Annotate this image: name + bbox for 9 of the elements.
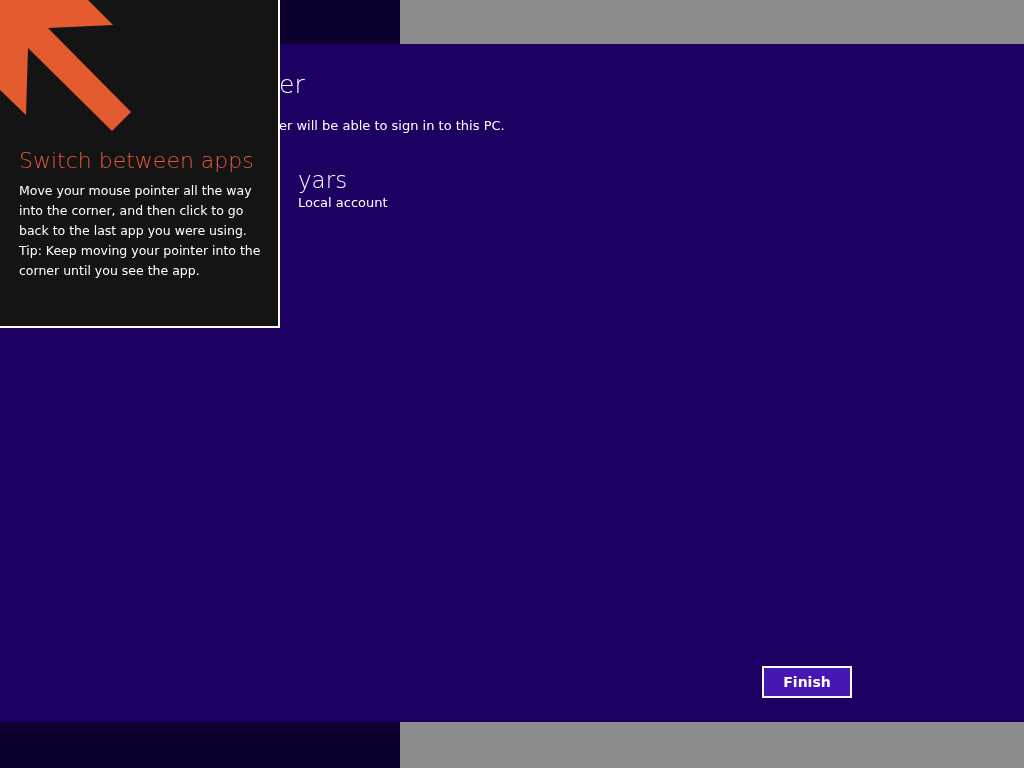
tip-text: Move your mouse pointer all the way into the corner, and then click to go back to the last app you were using. <box>19 182 253 240</box>
tip-title: Switch between apps <box>19 148 254 173</box>
account-type: Local account <box>298 195 388 210</box>
finish-button[interactable]: Finish <box>762 666 852 698</box>
account-name: yars <box>298 167 348 193</box>
page-subtitle: er will be able to sign in to this PC. <box>279 118 505 133</box>
tip-text: Tip: Keep moving your pointer into the corner until you see the app. <box>19 242 262 280</box>
arrow-icon <box>0 0 132 132</box>
page-heading: er <box>279 70 305 100</box>
